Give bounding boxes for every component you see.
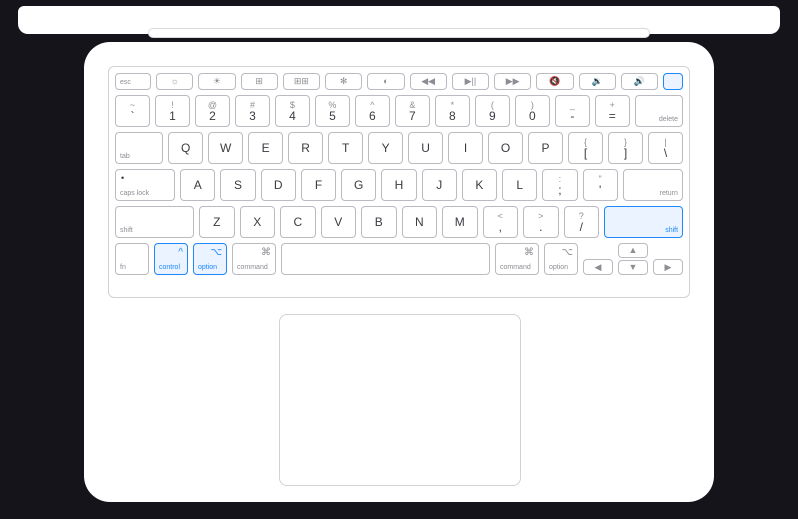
key-9[interactable]: (9 (475, 95, 510, 127)
key-w[interactable]: W (208, 132, 243, 164)
keyboard: esc ☼ ☀ ⊞ ⊞⊞ ✻ ◐ ◀◀ ▶|| ▶▶ 🔇 🔉 🔊 ~` !1 @… (108, 66, 690, 298)
key-l[interactable]: L (502, 169, 537, 201)
key-esc[interactable]: esc (115, 73, 151, 90)
row-bottom: fn ^control ⌥option ⌘command ⌘command ⌥o… (115, 243, 683, 275)
key-z[interactable]: Z (199, 206, 235, 238)
key-option-left[interactable]: ⌥option (193, 243, 227, 275)
key-f3[interactable]: ⊞ (241, 73, 278, 90)
key-e[interactable]: E (248, 132, 283, 164)
key-m[interactable]: M (442, 206, 478, 238)
key-backslash[interactable]: |\ (648, 132, 683, 164)
key-command-left[interactable]: ⌘command (232, 243, 276, 275)
row-numbers: ~` !1 @2 #3 $4 %5 ^6 &7 *8 (9 )0 _- += d… (115, 95, 683, 127)
key-b[interactable]: B (361, 206, 397, 238)
key-g[interactable]: G (341, 169, 376, 201)
key-0[interactable]: )0 (515, 95, 550, 127)
key-arrow-left[interactable]: ◀ (583, 259, 613, 275)
key-power[interactable] (663, 73, 683, 90)
key-shift-left[interactable]: shift (115, 206, 194, 238)
key-quote[interactable]: "' (583, 169, 618, 201)
key-7[interactable]: &7 (395, 95, 430, 127)
key-1[interactable]: !1 (155, 95, 190, 127)
key-i[interactable]: I (448, 132, 483, 164)
key-h[interactable]: H (381, 169, 416, 201)
key-k[interactable]: K (462, 169, 497, 201)
key-grave[interactable]: ~` (115, 95, 150, 127)
key-semicolon[interactable]: :; (542, 169, 577, 201)
key-bracket-left[interactable]: {[ (568, 132, 603, 164)
key-arrow-down[interactable]: ▼ (618, 260, 648, 275)
laptop-keyboard-diagram: esc ☼ ☀ ⊞ ⊞⊞ ✻ ◐ ◀◀ ▶|| ▶▶ 🔇 🔉 🔊 ~` !1 @… (0, 0, 798, 519)
key-n[interactable]: N (402, 206, 438, 238)
key-f9[interactable]: ▶▶ (494, 73, 531, 90)
key-x[interactable]: X (240, 206, 276, 238)
key-f4[interactable]: ⊞⊞ (283, 73, 320, 90)
key-8[interactable]: *8 (435, 95, 470, 127)
key-t[interactable]: T (328, 132, 363, 164)
key-f6[interactable]: ◐ (367, 73, 404, 90)
key-v[interactable]: V (321, 206, 357, 238)
key-bracket-right[interactable]: }] (608, 132, 643, 164)
key-delete[interactable]: delete (635, 95, 683, 127)
key-2[interactable]: @2 (195, 95, 230, 127)
key-y[interactable]: Y (368, 132, 403, 164)
key-control[interactable]: ^control (154, 243, 188, 275)
key-5[interactable]: %5 (315, 95, 350, 127)
key-d[interactable]: D (261, 169, 296, 201)
key-space[interactable] (281, 243, 490, 275)
arrow-cluster: ◀ ▲ ▼ ▶ (583, 243, 683, 275)
key-return[interactable]: return (623, 169, 683, 201)
key-3[interactable]: #3 (235, 95, 270, 127)
key-f5[interactable]: ✻ (325, 73, 362, 90)
key-u[interactable]: U (408, 132, 443, 164)
key-6[interactable]: ^6 (355, 95, 390, 127)
key-slash[interactable]: ?/ (564, 206, 600, 238)
key-f[interactable]: F (301, 169, 336, 201)
row-fn: esc ☼ ☀ ⊞ ⊞⊞ ✻ ◐ ◀◀ ▶|| ▶▶ 🔇 🔉 🔊 (115, 73, 683, 90)
key-capslock[interactable]: •caps lock (115, 169, 175, 201)
key-fn[interactable]: fn (115, 243, 149, 275)
key-comma[interactable]: <, (483, 206, 519, 238)
key-equal[interactable]: += (595, 95, 630, 127)
key-r[interactable]: R (288, 132, 323, 164)
row-qwerty: tab Q W E R T Y U I O P {[ }] |\ (115, 132, 683, 164)
laptop-body: esc ☼ ☀ ⊞ ⊞⊞ ✻ ◐ ◀◀ ▶|| ▶▶ 🔇 🔉 🔊 ~` !1 @… (84, 42, 714, 502)
key-f7[interactable]: ◀◀ (410, 73, 447, 90)
key-f1[interactable]: ☼ (156, 73, 193, 90)
key-q[interactable]: Q (168, 132, 203, 164)
row-zxcv: shift Z X C V B N M <, >. ?/ shift (115, 206, 683, 238)
key-o[interactable]: O (488, 132, 523, 164)
key-f10[interactable]: 🔇 (536, 73, 573, 90)
key-f11[interactable]: 🔉 (579, 73, 616, 90)
key-c[interactable]: C (280, 206, 316, 238)
key-p[interactable]: P (528, 132, 563, 164)
key-minus[interactable]: _- (555, 95, 590, 127)
key-period[interactable]: >. (523, 206, 559, 238)
key-a[interactable]: A (180, 169, 215, 201)
key-arrow-up[interactable]: ▲ (618, 243, 648, 258)
key-f12[interactable]: 🔊 (621, 73, 658, 90)
key-4[interactable]: $4 (275, 95, 310, 127)
key-arrow-right[interactable]: ▶ (653, 259, 683, 275)
key-j[interactable]: J (422, 169, 457, 201)
key-command-right[interactable]: ⌘command (495, 243, 539, 275)
laptop-lid (18, 6, 780, 34)
key-f8[interactable]: ▶|| (452, 73, 489, 90)
row-asdf: •caps lock A S D F G H J K L :; "' retur… (115, 169, 683, 201)
key-f2[interactable]: ☀ (198, 73, 235, 90)
trackpad[interactable] (279, 314, 521, 486)
key-shift-right[interactable]: shift (604, 206, 683, 238)
key-s[interactable]: S (220, 169, 255, 201)
key-option-right[interactable]: ⌥option (544, 243, 578, 275)
key-tab[interactable]: tab (115, 132, 163, 164)
